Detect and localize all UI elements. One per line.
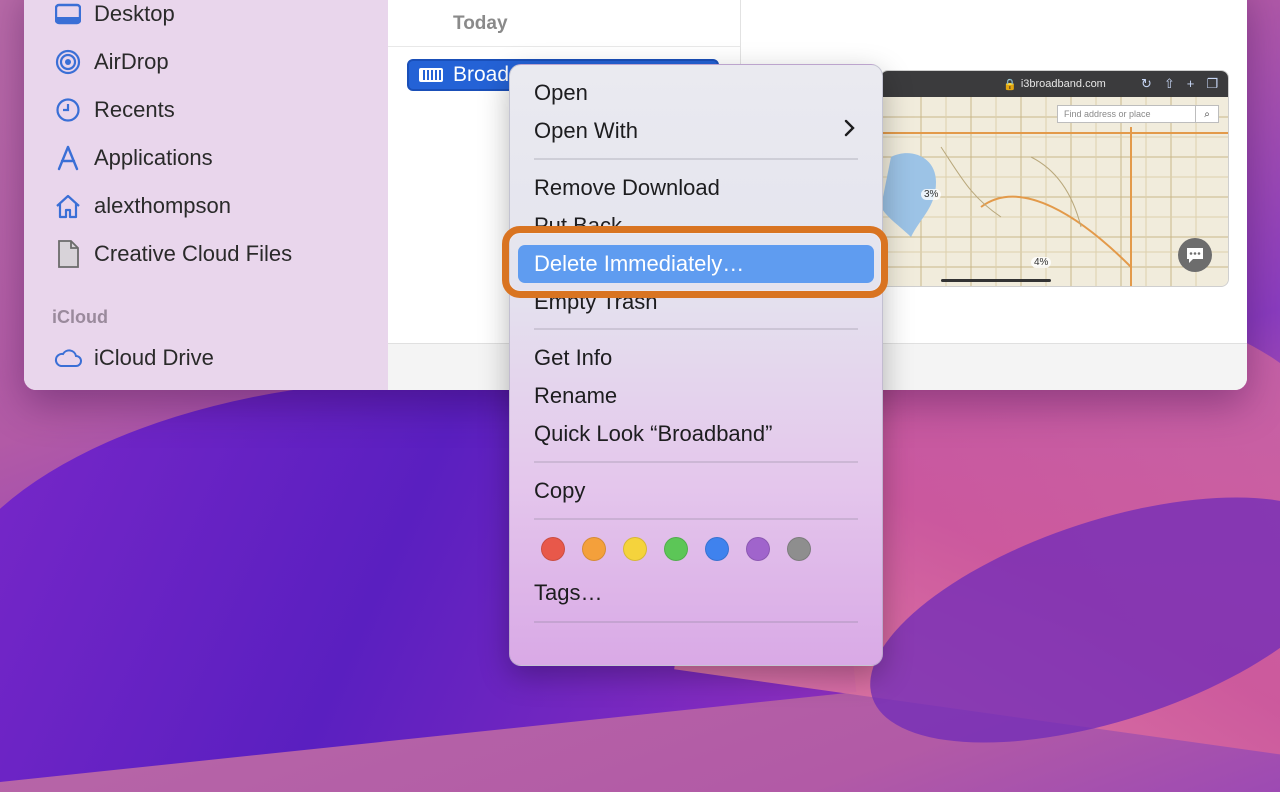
preview-scrollbar <box>941 279 1051 282</box>
plus-icon: + <box>1186 76 1195 91</box>
sidebar-item-label: iCloud Drive <box>94 345 214 370</box>
file-name: Broad <box>453 63 510 86</box>
preview-url: i3broadband.com <box>1020 78 1106 90</box>
file-icon <box>419 68 443 82</box>
tag-blue[interactable] <box>705 537 729 561</box>
divider <box>388 46 740 47</box>
map-search-input: Find address or place <box>1057 105 1197 123</box>
sidebar-item-icloud-drive[interactable]: iCloud Drive <box>54 340 214 376</box>
tag-gray[interactable] <box>787 537 811 561</box>
menu-item-tags[interactable]: Tags… <box>534 576 602 610</box>
map-badge: 4% <box>1031 257 1052 268</box>
sidebar-item-label: alexthompson <box>94 193 231 218</box>
sidebar-item-label: Recents <box>94 97 175 122</box>
menu-item-open[interactable]: Open <box>534 76 588 110</box>
reload-icon: ↻ <box>1140 76 1152 91</box>
menu-item-remove-download[interactable]: Remove Download <box>534 171 720 205</box>
sidebar-item-label: AirDrop <box>94 49 169 74</box>
tag-green[interactable] <box>664 537 688 561</box>
clock-icon <box>54 96 82 124</box>
chevron-right-icon <box>844 119 855 137</box>
group-header-today: Today <box>453 13 508 34</box>
sidebar: Desktop AirDrop Recents Applications ale… <box>24 0 388 390</box>
sidebar-item-label: Creative Cloud Files <box>94 241 293 266</box>
tag-purple[interactable] <box>746 537 770 561</box>
desktop-icon <box>54 0 82 28</box>
tag-orange[interactable] <box>582 537 606 561</box>
menu-separator <box>534 158 858 160</box>
lock-icon: 🔒 <box>1003 78 1017 91</box>
cloud-icon <box>54 344 82 372</box>
sidebar-item-applications[interactable]: Applications <box>54 140 213 176</box>
map-badge: 3% <box>921 189 942 200</box>
menu-item-open-with[interactable]: Open With <box>534 114 638 148</box>
context-menu: Open Open With Remove Download Put Back … <box>509 64 883 666</box>
applications-icon <box>54 144 82 172</box>
file-preview: 🔒 i3broadband.com ↻ ⇧ + ❐ Find address o… <box>880 70 1229 287</box>
menu-item-copy[interactable]: Copy <box>534 474 585 508</box>
home-icon <box>54 192 82 220</box>
search-icon: ⌕ <box>1195 105 1219 123</box>
sidebar-item-recents[interactable]: Recents <box>54 92 175 128</box>
share-icon: ⇧ <box>1163 76 1175 91</box>
document-icon <box>54 240 82 268</box>
sidebar-item-label: Applications <box>94 145 213 170</box>
menu-separator <box>534 621 858 623</box>
tag-yellow[interactable] <box>623 537 647 561</box>
sidebar-item-creative-cloud[interactable]: Creative Cloud Files <box>54 236 292 272</box>
tabs-icon: ❐ <box>1206 76 1218 91</box>
sidebar-item-desktop[interactable]: Desktop <box>54 0 175 32</box>
menu-item-rename[interactable]: Rename <box>534 379 617 413</box>
sidebar-item-label: Desktop <box>94 1 175 26</box>
menu-item-quick-look[interactable]: Quick Look “Broadband” <box>534 417 772 451</box>
sidebar-heading-icloud: iCloud <box>52 307 108 327</box>
menu-separator <box>534 461 858 463</box>
menu-separator <box>534 328 858 330</box>
airdrop-icon <box>54 48 82 76</box>
menu-item-get-info[interactable]: Get Info <box>534 341 612 375</box>
menu-separator <box>534 518 858 520</box>
chat-icon <box>1178 238 1212 272</box>
sidebar-item-airdrop[interactable]: AirDrop <box>54 44 169 80</box>
browser-address-bar: 🔒 i3broadband.com ↻ ⇧ + ❐ <box>881 71 1228 97</box>
sidebar-item-home[interactable]: alexthompson <box>54 188 231 224</box>
annotation-highlight-ring <box>502 226 888 298</box>
tag-red[interactable] <box>541 537 565 561</box>
